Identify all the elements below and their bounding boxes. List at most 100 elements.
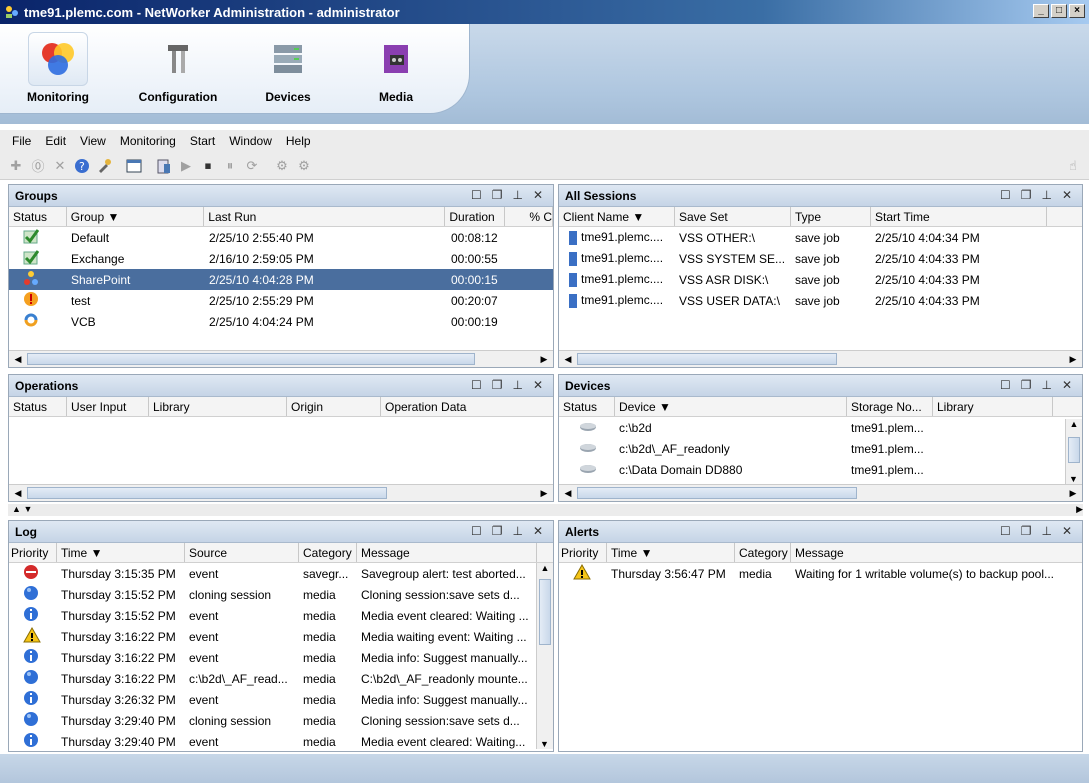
pin-icon[interactable]: ⊥ — [1041, 188, 1051, 202]
launcher-configuration[interactable]: Configuration — [128, 32, 228, 108]
clone-stop-icon[interactable]: ⚙ — [296, 158, 312, 174]
scroll-thumb[interactable] — [577, 353, 837, 365]
col-category[interactable]: Category — [735, 543, 791, 562]
col-message[interactable]: Message — [791, 543, 1071, 562]
scroll-right-icon[interactable]: ▶ — [1066, 486, 1080, 500]
table-row[interactable]: Default 2/25/10 2:55:40 PM 00:08:12 — [9, 227, 553, 248]
col-library[interactable]: Library — [933, 397, 1053, 416]
scroll-left-icon[interactable]: ◀ — [11, 352, 25, 366]
log-row[interactable]: Thursday 3:16:22 PM event media Media waiti… — [9, 626, 553, 647]
menu-monitoring[interactable]: Monitoring — [114, 134, 184, 148]
restore-panel-icon[interactable]: ❐ — [492, 188, 503, 202]
horizontal-scrollbar[interactable]: ◀ ▶ — [559, 350, 1082, 367]
log-row[interactable]: Thursday 3:15:52 PM event media Media event… — [9, 605, 553, 626]
table-row[interactable]: c:\b2d\_AF_readonly tme91.plem... — [559, 438, 1082, 459]
log-row[interactable]: Thursday 3:26:32 PM event media Media info:… — [9, 689, 553, 710]
col-priority[interactable]: Priority — [9, 543, 57, 562]
table-row[interactable]: Thursday 3:56:47 PM media Waiting for 1 … — [559, 563, 1082, 584]
table-row[interactable]: Exchange 2/16/10 2:59:05 PM 00:00:55 — [9, 248, 553, 269]
scroll-left-icon[interactable]: ◀ — [561, 352, 575, 366]
restart-icon[interactable]: ⟳ — [244, 158, 260, 174]
log-row[interactable]: Thursday 3:16:22 PM event media Media info:… — [9, 647, 553, 668]
pin-icon[interactable]: ⊥ — [512, 378, 522, 392]
horizontal-scrollbar[interactable]: ◀ ▶ — [9, 350, 553, 367]
col-origin[interactable]: Origin — [287, 397, 381, 416]
scroll-thumb[interactable] — [1068, 437, 1080, 463]
col-status[interactable]: Status — [9, 397, 67, 416]
close-panel-icon[interactable]: ✕ — [533, 524, 543, 538]
table-row[interactable]: tme91.plemc.... VSS USER DATA:\ save job… — [559, 290, 1082, 311]
col-status[interactable]: Status — [559, 397, 615, 416]
maximize-panel-icon[interactable]: ☐ — [1000, 378, 1011, 392]
col-device[interactable]: Device ▼ — [615, 397, 847, 416]
scroll-right-icon[interactable]: ▶ — [1066, 352, 1080, 366]
scroll-right-icon[interactable]: ▶ — [537, 486, 551, 500]
col-time[interactable]: Time ▼ — [607, 543, 735, 562]
launcher-media[interactable]: Media — [346, 32, 446, 108]
close-panel-icon[interactable]: ✕ — [1062, 378, 1072, 392]
col-status[interactable]: Status — [9, 207, 67, 226]
collapse-up-icon[interactable]: ▲ — [12, 504, 21, 514]
scroll-right-icon[interactable]: ▶ — [537, 352, 551, 366]
close-panel-icon[interactable]: ✕ — [533, 188, 543, 202]
horizontal-scrollbar[interactable]: ◀ ▶ — [559, 484, 1082, 501]
menu-file[interactable]: File — [6, 134, 39, 148]
maximize-panel-icon[interactable]: ☐ — [471, 378, 482, 392]
clone-icon[interactable]: ⚙ — [274, 158, 290, 174]
properties-icon[interactable]: ⓪ — [30, 158, 46, 174]
log-row[interactable]: Thursday 3:29:40 PM cloning session media C… — [9, 710, 553, 731]
table-row-selected[interactable]: SharePoint 2/25/10 4:04:28 PM 00:00:15 — [9, 269, 553, 290]
col-source[interactable]: Source — [185, 543, 299, 562]
col-time[interactable]: Time ▼ — [57, 543, 185, 562]
scroll-up-icon[interactable]: ▲ — [1066, 419, 1082, 429]
vertical-scrollbar[interactable]: ▲ ▼ — [536, 563, 553, 749]
expand-right-icon[interactable]: ▶ — [1076, 504, 1083, 515]
col-priority[interactable]: Priority — [559, 543, 607, 562]
table-row[interactable]: c:\Data Domain DD880 tme91.plem... — [559, 459, 1082, 480]
pin-icon[interactable]: ⊥ — [512, 188, 522, 202]
scroll-up-icon[interactable]: ▲ — [537, 563, 553, 573]
restore-panel-icon[interactable]: ❐ — [492, 378, 503, 392]
play-icon[interactable]: ▶ — [178, 158, 194, 174]
pin-icon[interactable]: ⊥ — [1041, 524, 1051, 538]
stop-icon[interactable]: ⏹ — [200, 158, 216, 174]
delete-icon[interactable]: ✕ — [52, 158, 68, 174]
col-message[interactable]: Message — [357, 543, 537, 562]
maximize-panel-icon[interactable]: ☐ — [471, 188, 482, 202]
menu-edit[interactable]: Edit — [39, 134, 74, 148]
pin-icon[interactable]: ⊥ — [1041, 378, 1051, 392]
col-storage-node[interactable]: Storage No... — [847, 397, 933, 416]
table-icon[interactable] — [126, 158, 142, 174]
table-row[interactable]: c:\b2d tme91.plem... — [559, 417, 1082, 438]
table-row[interactable]: VCB 2/25/10 4:04:24 PM 00:00:19 — [9, 311, 553, 332]
log-row[interactable]: Thursday 3:16:22 PM c:\b2d\_AF_read... med… — [9, 668, 553, 689]
minimize-button[interactable]: _ — [1033, 4, 1049, 18]
collapse-down-icon[interactable]: ▼ — [23, 504, 32, 514]
col-type[interactable]: Type — [791, 207, 871, 226]
col-start-time[interactable]: Start Time — [871, 207, 1047, 226]
col-duration[interactable]: Duration — [445, 207, 506, 226]
menu-help[interactable]: Help — [280, 134, 319, 148]
log-row[interactable]: Thursday 3:15:52 PM cloning session media C… — [9, 584, 553, 605]
restore-panel-icon[interactable]: ❐ — [492, 524, 503, 538]
maximize-panel-icon[interactable]: ☐ — [471, 524, 482, 538]
col-last-run[interactable]: Last Run — [204, 207, 446, 226]
col-category[interactable]: Category — [299, 543, 357, 562]
pin-icon[interactable]: ⊥ — [512, 524, 522, 538]
scroll-thumb[interactable] — [27, 353, 475, 365]
scroll-left-icon[interactable]: ◀ — [11, 486, 25, 500]
scroll-left-icon[interactable]: ◀ — [561, 486, 575, 500]
report-icon[interactable] — [156, 158, 172, 174]
menu-view[interactable]: View — [74, 134, 114, 148]
table-row[interactable]: test 2/25/10 2:55:29 PM 00:20:07 — [9, 290, 553, 311]
restore-panel-icon[interactable]: ❐ — [1021, 378, 1032, 392]
col-library[interactable]: Library — [149, 397, 287, 416]
col-client-name[interactable]: Client Name ▼ — [559, 207, 675, 226]
wrench-icon[interactable] — [96, 158, 112, 174]
menu-start[interactable]: Start — [184, 134, 223, 148]
col-percent[interactable]: % C — [505, 207, 553, 226]
launcher-devices[interactable]: Devices — [238, 32, 338, 108]
log-row[interactable]: Thursday 3:29:40 PM event media Media event… — [9, 731, 553, 751]
close-panel-icon[interactable]: ✕ — [1062, 524, 1072, 538]
scroll-down-icon[interactable]: ▼ — [1066, 474, 1081, 484]
